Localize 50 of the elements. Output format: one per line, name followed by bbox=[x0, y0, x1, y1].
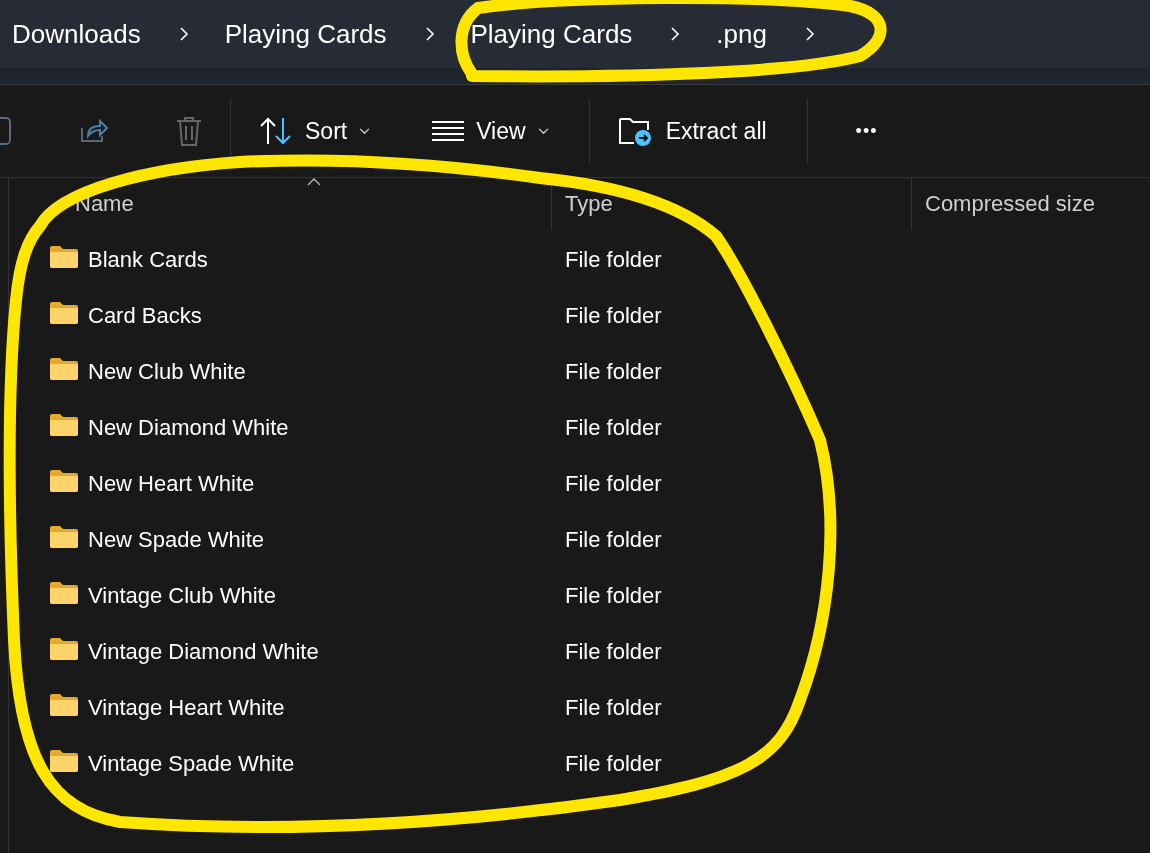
file-type: File folder bbox=[565, 471, 662, 497]
folder-icon bbox=[50, 246, 78, 268]
folder-icon bbox=[50, 470, 78, 492]
chevron-right-icon[interactable] bbox=[670, 26, 681, 42]
breadcrumb-item[interactable]: Playing Cards bbox=[470, 18, 633, 50]
chevron-down-icon bbox=[537, 127, 549, 135]
folder-icon bbox=[50, 750, 78, 772]
chevron-right-icon[interactable] bbox=[178, 26, 189, 42]
file-name[interactable]: New Heart White bbox=[88, 471, 255, 497]
chevron-right-icon[interactable] bbox=[424, 26, 435, 42]
folder-icon bbox=[50, 638, 78, 660]
file-name[interactable]: Vintage Spade White bbox=[88, 751, 295, 777]
view-button[interactable]: View bbox=[418, 109, 563, 153]
extract-all-button[interactable]: Extract all bbox=[603, 106, 781, 156]
file-type: File folder bbox=[565, 695, 662, 721]
file-name[interactable]: New Spade White bbox=[88, 527, 265, 553]
file-name[interactable]: Vintage Diamond White bbox=[88, 639, 319, 665]
list-lines-icon bbox=[432, 120, 465, 142]
column-header[interactable]: Compressed size bbox=[925, 191, 1095, 217]
file-name[interactable]: Blank Cards bbox=[88, 247, 208, 273]
folder-icon bbox=[50, 526, 78, 548]
file-name[interactable]: Vintage Heart White bbox=[88, 695, 285, 721]
folder-icon bbox=[50, 358, 78, 380]
sort-arrows-icon bbox=[259, 116, 293, 146]
file-type: File folder bbox=[565, 583, 662, 609]
file-type: File folder bbox=[565, 415, 662, 441]
file-name[interactable]: New Diamond White bbox=[88, 415, 289, 441]
sort-button[interactable]: Sort bbox=[245, 108, 385, 154]
folder-icon bbox=[50, 414, 78, 436]
sort-caret-icon bbox=[307, 178, 322, 186]
folder-icon bbox=[50, 582, 78, 604]
more-options-button[interactable]: ••• bbox=[841, 112, 892, 150]
file-name[interactable]: Vintage Club White bbox=[88, 583, 276, 609]
file-type: File folder bbox=[565, 527, 662, 553]
breadcrumb-item[interactable]: Downloads bbox=[12, 18, 141, 50]
chevron-down-icon bbox=[359, 127, 371, 135]
file-type: File folder bbox=[565, 639, 662, 665]
file-type: File folder bbox=[565, 751, 662, 777]
folder-icon bbox=[50, 302, 78, 324]
trash-icon[interactable] bbox=[174, 115, 204, 147]
file-name[interactable]: Card Backs bbox=[88, 303, 202, 329]
file-type: File folder bbox=[565, 247, 662, 273]
breadcrumb-item[interactable]: .png bbox=[716, 18, 767, 50]
breadcrumb-item[interactable]: Playing Cards bbox=[224, 18, 387, 50]
file-type: File folder bbox=[565, 359, 662, 385]
folder-icon bbox=[50, 694, 78, 716]
column-header[interactable]: Type bbox=[565, 191, 613, 217]
chevron-right-icon[interactable] bbox=[804, 26, 815, 42]
file-name[interactable]: New Club White bbox=[88, 359, 246, 385]
file-type: File folder bbox=[565, 303, 662, 329]
